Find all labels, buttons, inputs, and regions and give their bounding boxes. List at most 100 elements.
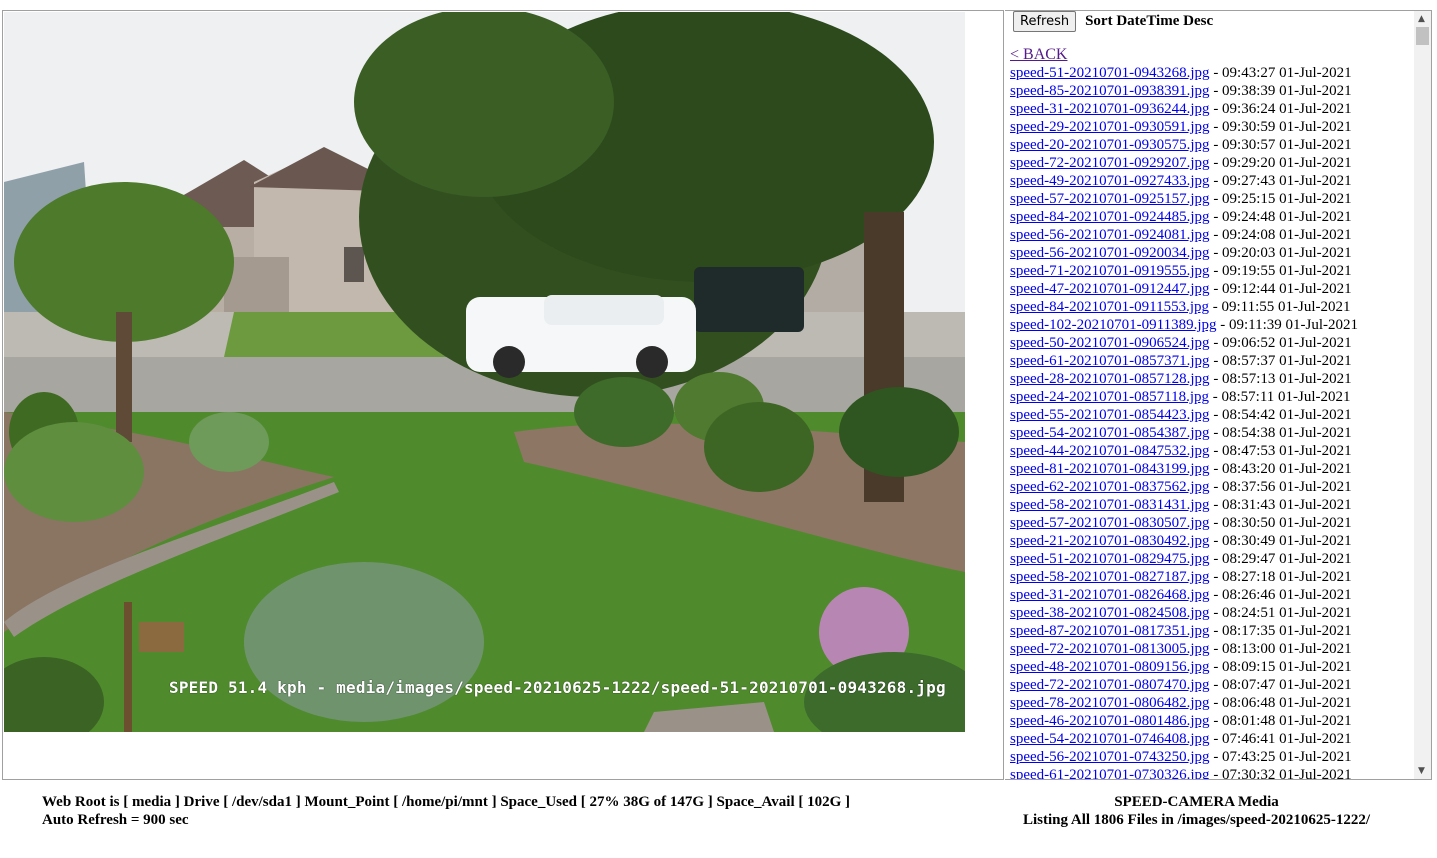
file-link[interactable]: speed-57-20210701-0925157.jpg [1010,191,1210,207]
footer-drive-info: Web Root is [ media ] Drive [ /dev/sda1 … [42,794,851,810]
file-link[interactable]: speed-81-20210701-0843199.jpg [1010,461,1210,477]
file-link[interactable]: speed-61-20210701-0857371.jpg [1010,353,1210,369]
file-link[interactable]: speed-28-20210701-0857128.jpg [1010,371,1210,387]
file-row: speed-84-20210701-0924485.jpg - 09:24:48… [1010,208,1410,226]
file-row: speed-38-20210701-0824508.jpg - 08:24:51… [1010,604,1410,622]
footer-app-title: SPEED-CAMERA Media [1114,794,1279,810]
file-timestamp: - 08:27:18 01-Jul-2021 [1209,569,1352,585]
file-row: speed-55-20210701-0854423.jpg - 08:54:42… [1010,406,1410,424]
file-link[interactable]: speed-84-20210701-0924485.jpg [1010,209,1210,225]
file-row: speed-56-20210701-0920034.jpg - 09:20:03… [1010,244,1410,262]
scroll-down-arrow-icon[interactable]: ▼ [1418,766,1425,776]
file-row: speed-28-20210701-0857128.jpg - 08:57:13… [1010,370,1410,388]
file-timestamp: - 08:26:46 01-Jul-2021 [1209,587,1352,603]
file-row: speed-72-20210701-0813005.jpg - 08:13:00… [1010,640,1410,658]
file-row: speed-57-20210701-0925157.jpg - 09:25:15… [1010,190,1410,208]
file-timestamp: - 09:11:39 01-Jul-2021 [1216,317,1359,333]
file-timestamp: - 08:43:20 01-Jul-2021 [1209,461,1352,477]
file-link[interactable]: speed-58-20210701-0831431.jpg [1010,497,1210,513]
file-link[interactable]: speed-50-20210701-0906524.jpg [1010,335,1210,351]
file-timestamp: - 09:30:59 01-Jul-2021 [1209,119,1352,135]
file-link[interactable]: speed-72-20210701-0929207.jpg [1010,155,1210,171]
file-timestamp: - 08:47:53 01-Jul-2021 [1209,443,1352,459]
speed-camera-photo: SPEED 51.4 kph - media/images/speed-2021… [4,12,965,732]
file-timestamp: - 09:20:03 01-Jul-2021 [1209,245,1352,261]
file-row: speed-47-20210701-0912447.jpg - 09:12:44… [1010,280,1410,298]
file-link[interactable]: speed-72-20210701-0813005.jpg [1010,641,1210,657]
file-link[interactable]: speed-55-20210701-0854423.jpg [1010,407,1210,423]
file-link[interactable]: speed-56-20210701-0920034.jpg [1010,245,1210,261]
file-link[interactable]: speed-46-20210701-0801486.jpg [1010,713,1210,729]
file-timestamp: - 08:30:50 01-Jul-2021 [1209,515,1352,531]
file-link[interactable]: speed-78-20210701-0806482.jpg [1010,695,1210,711]
file-link[interactable]: speed-24-20210701-0857118.jpg [1010,389,1209,405]
file-timestamp: - 08:07:47 01-Jul-2021 [1209,677,1352,693]
file-link[interactable]: speed-85-20210701-0938391.jpg [1010,83,1210,99]
file-list: < BACK speed-51-20210701-0943268.jpg - 0… [1010,46,1410,780]
refresh-button[interactable]: Refresh [1013,11,1077,32]
file-link[interactable]: speed-47-20210701-0912447.jpg [1010,281,1210,297]
file-link[interactable]: speed-29-20210701-0930591.jpg [1010,119,1210,135]
sort-label: Sort DateTime Desc [1085,12,1214,29]
file-row: speed-71-20210701-0919555.jpg - 09:19:55… [1010,262,1410,280]
file-row: speed-61-20210701-0730326.jpg - 07:30:32… [1010,766,1410,780]
file-link[interactable]: speed-57-20210701-0830507.jpg [1010,515,1210,531]
file-timestamp: - 09:36:24 01-Jul-2021 [1209,101,1352,117]
file-row: speed-102-20210701-0911389.jpg - 09:11:3… [1010,316,1410,334]
file-timestamp: - 08:13:00 01-Jul-2021 [1209,641,1352,657]
file-link[interactable]: speed-44-20210701-0847532.jpg [1010,443,1210,459]
file-link[interactable]: speed-38-20210701-0824508.jpg [1010,605,1210,621]
file-timestamp: - 08:54:38 01-Jul-2021 [1209,425,1352,441]
file-timestamp: - 09:25:15 01-Jul-2021 [1209,191,1352,207]
file-link[interactable]: speed-72-20210701-0807470.jpg [1010,677,1210,693]
scrollbar[interactable]: ▲ ▼ [1414,11,1431,779]
file-link[interactable]: speed-56-20210701-0743250.jpg [1010,749,1210,765]
file-link[interactable]: speed-31-20210701-0826468.jpg [1010,587,1210,603]
file-timestamp: - 09:38:39 01-Jul-2021 [1209,83,1352,99]
footer-listing: SPEED-CAMERA Media Listing All 1806 File… [1005,793,1388,829]
file-row: speed-78-20210701-0806482.jpg - 08:06:48… [1010,694,1410,712]
file-timestamp: - 08:57:37 01-Jul-2021 [1209,353,1352,369]
file-link[interactable]: speed-51-20210701-0829475.jpg [1010,551,1210,567]
file-timestamp: - 09:43:27 01-Jul-2021 [1209,65,1352,81]
toolbar: Refresh Sort DateTime Desc [1013,11,1214,32]
file-timestamp: - 08:30:49 01-Jul-2021 [1209,533,1352,549]
file-link[interactable]: speed-102-20210701-0911389.jpg [1010,317,1217,333]
file-link[interactable]: speed-61-20210701-0730326.jpg [1010,767,1210,779]
file-row: speed-20-20210701-0930575.jpg - 09:30:57… [1010,136,1410,154]
file-row: speed-58-20210701-0827187.jpg - 08:27:18… [1010,568,1410,586]
file-row: speed-29-20210701-0930591.jpg - 09:30:59… [1010,118,1410,136]
file-timestamp: - 09:11:55 01-Jul-2021 [1209,299,1351,315]
file-timestamp: - 07:30:32 01-Jul-2021 [1209,767,1352,780]
file-link[interactable]: speed-87-20210701-0817351.jpg [1010,623,1210,639]
file-link[interactable]: speed-62-20210701-0837562.jpg [1010,479,1210,495]
file-link[interactable]: speed-56-20210701-0924081.jpg [1010,227,1210,243]
file-link[interactable]: speed-20-20210701-0930575.jpg [1010,137,1210,153]
file-row: speed-57-20210701-0830507.jpg - 08:30:50… [1010,514,1410,532]
file-row: speed-50-20210701-0906524.jpg - 09:06:52… [1010,334,1410,352]
file-link[interactable]: speed-21-20210701-0830492.jpg [1010,533,1210,549]
footer-status: Web Root is [ media ] Drive [ /dev/sda1 … [42,793,850,829]
file-timestamp: - 09:24:48 01-Jul-2021 [1209,209,1352,225]
file-link[interactable]: speed-49-20210701-0927433.jpg [1010,173,1210,189]
file-link[interactable]: speed-58-20210701-0827187.jpg [1010,569,1210,585]
scroll-up-arrow-icon[interactable]: ▲ [1418,14,1425,24]
file-timestamp: - 08:54:42 01-Jul-2021 [1209,407,1352,423]
file-link[interactable]: speed-84-20210701-0911553.jpg [1010,299,1209,315]
file-link[interactable]: speed-54-20210701-0854387.jpg [1010,425,1210,441]
file-row: speed-51-20210701-0829475.jpg - 08:29:47… [1010,550,1410,568]
file-row: speed-46-20210701-0801486.jpg - 08:01:48… [1010,712,1410,730]
back-link[interactable]: < BACK [1010,46,1067,63]
file-link[interactable]: speed-51-20210701-0943268.jpg [1010,65,1210,81]
file-link[interactable]: speed-31-20210701-0936244.jpg [1010,101,1210,117]
file-row: speed-54-20210701-0746408.jpg - 07:46:41… [1010,730,1410,748]
file-timestamp: - 08:57:11 01-Jul-2021 [1209,389,1351,405]
file-timestamp: - 08:37:56 01-Jul-2021 [1209,479,1352,495]
file-link[interactable]: speed-48-20210701-0809156.jpg [1010,659,1210,675]
file-link[interactable]: speed-54-20210701-0746408.jpg [1010,731,1210,747]
file-link[interactable]: speed-71-20210701-0919555.jpg [1010,263,1210,279]
file-row: speed-51-20210701-0943268.jpg - 09:43:27… [1010,64,1410,82]
scroll-thumb[interactable] [1416,27,1429,45]
file-timestamp: - 07:43:25 01-Jul-2021 [1209,749,1352,765]
file-row: speed-48-20210701-0809156.jpg - 08:09:15… [1010,658,1410,676]
